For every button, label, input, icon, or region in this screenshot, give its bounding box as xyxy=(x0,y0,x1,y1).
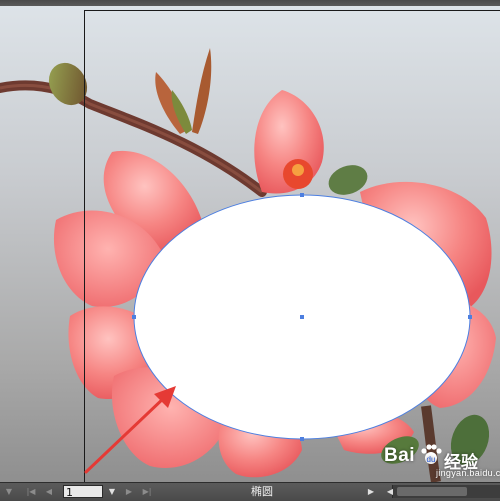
baidu-watermark: Bai du 经验 jingyan.baidu.com xyxy=(384,443,492,479)
document-canvas[interactable]: Bai du 经验 jingyan.baidu.com xyxy=(0,6,500,482)
previous-page-icon[interactable]: ◀ xyxy=(42,485,56,498)
last-page-icon[interactable]: ▶| xyxy=(140,485,154,498)
svg-text:du: du xyxy=(427,455,436,464)
anchor-point-right[interactable] xyxy=(468,315,472,319)
horizontal-scrollbar[interactable]: ◀ xyxy=(392,485,500,498)
watermark-brand: Bai xyxy=(384,445,415,467)
page-menu-dropdown-icon[interactable]: ▼ xyxy=(2,485,16,498)
scroll-left-icon[interactable]: ◀ xyxy=(385,485,395,498)
status-menu-arrow-icon[interactable]: ▶ xyxy=(366,485,376,498)
page-number-field[interactable]: 1 xyxy=(63,485,103,498)
next-page-icon[interactable]: ▶ xyxy=(122,485,136,498)
scrollbar-thumb[interactable] xyxy=(397,487,467,496)
center-point xyxy=(300,315,304,319)
anchor-point-top[interactable] xyxy=(300,193,304,197)
anchor-point-bottom[interactable] xyxy=(300,437,304,441)
anchor-point-left[interactable] xyxy=(132,315,136,319)
watermark-url: jingyan.baidu.com xyxy=(436,468,500,478)
current-tool-label: 椭圆 xyxy=(160,484,364,499)
status-bar: ▼ |◀ ◀ 1 ▼ ▶ ▶| 椭圆 ▶ ◀ xyxy=(0,482,500,501)
first-page-icon[interactable]: |◀ xyxy=(24,485,38,498)
page-dropdown-icon[interactable]: ▼ xyxy=(105,485,119,498)
